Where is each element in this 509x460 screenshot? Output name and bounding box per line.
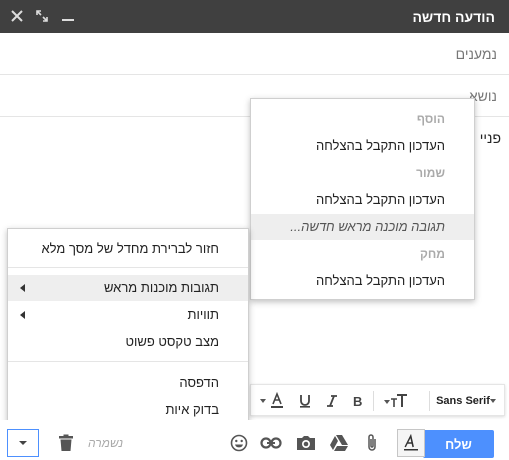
recipients-input[interactable] xyxy=(10,43,497,65)
drive-icon xyxy=(330,435,348,451)
save-template-item[interactable]: העדכון התקבל בהצלחה xyxy=(251,187,474,213)
compose-title: הודעה חדשה xyxy=(412,9,495,25)
text-size-icon xyxy=(384,394,407,407)
insert-photo-button[interactable] xyxy=(292,429,320,457)
plain-text-mode-item[interactable]: מצב טקסט פשוט xyxy=(8,329,248,355)
bold-button[interactable]: B xyxy=(347,389,369,413)
italic-icon xyxy=(327,395,337,407)
compose-bottom-bar: שלח נשמרה xyxy=(0,420,509,460)
canned-responses-label: תגובות מוכנות מראש xyxy=(103,280,219,295)
send-button[interactable]: שלח xyxy=(423,430,494,458)
print-item[interactable]: הדפסה xyxy=(8,370,248,396)
text-format-icon xyxy=(404,434,418,451)
fullscreen-default-item[interactable]: חזור לברירת מחדל של מסך מלא xyxy=(8,236,248,262)
save-section-header: שמור xyxy=(416,166,445,180)
link-icon xyxy=(260,437,282,449)
toolbar-divider xyxy=(373,391,374,411)
svg-text:B: B xyxy=(353,394,362,409)
insert-link-button[interactable] xyxy=(258,429,284,457)
minimize-icon[interactable] xyxy=(58,6,78,26)
emoji-icon xyxy=(230,434,248,452)
attach-file-button[interactable] xyxy=(360,429,384,457)
compose-title-bar: הודעה חדשה xyxy=(0,0,509,33)
more-options-button[interactable] xyxy=(7,429,39,457)
canned-responses-submenu: הוסף העדכון התקבל בהצלחה שמור העדכון התק… xyxy=(250,98,475,300)
delete-template-item[interactable]: העדכון התקבל בהצלחה xyxy=(251,268,474,294)
font-size-button[interactable] xyxy=(379,389,421,413)
paperclip-icon xyxy=(368,434,376,451)
submenu-arrow-icon xyxy=(20,284,25,292)
camera-icon xyxy=(297,436,315,450)
delete-section-header: מחק xyxy=(420,247,445,261)
more-options-menu: חזור לברירת מחדל של מסך מלא תגובות מוכנו… xyxy=(7,228,249,428)
underline-button[interactable] xyxy=(294,389,316,413)
formatting-options-button[interactable] xyxy=(397,429,425,457)
menu-divider xyxy=(8,361,248,362)
labels-label: תוויות xyxy=(187,307,219,322)
chevron-down-icon xyxy=(489,399,496,403)
italic-button[interactable] xyxy=(321,389,343,413)
bold-icon: B xyxy=(353,394,362,409)
font-family-select[interactable]: Sans Serif xyxy=(436,389,502,413)
insert-from-drive-button[interactable] xyxy=(326,429,352,457)
recipients-row xyxy=(0,33,509,75)
font-family-label: Sans Serif xyxy=(436,395,490,407)
insert-section-header: הוסף xyxy=(416,112,445,126)
canned-responses-item[interactable]: תגובות מוכנות מראש xyxy=(8,275,248,301)
saved-status: נשמרה xyxy=(88,436,124,450)
text-color-icon xyxy=(260,392,283,408)
discard-draft-button[interactable] xyxy=(54,429,78,457)
close-icon[interactable] xyxy=(7,6,27,26)
labels-item[interactable]: תוויות xyxy=(8,302,248,328)
submenu-arrow-icon xyxy=(20,311,25,319)
expand-icon[interactable] xyxy=(32,6,52,26)
toolbar-divider xyxy=(429,391,430,411)
formatting-toolbar: Sans Serif B xyxy=(250,384,505,416)
trash-icon xyxy=(59,434,73,451)
new-canned-response-item[interactable]: תגובה מוכנה מראש חדשה... xyxy=(251,214,474,240)
insert-template-item[interactable]: העדכון התקבל בהצלחה xyxy=(251,133,474,159)
menu-divider xyxy=(8,267,248,268)
chevron-down-icon xyxy=(19,441,27,445)
text-color-button[interactable] xyxy=(257,389,291,413)
insert-emoji-button[interactable] xyxy=(226,429,252,457)
body-text: פניי xyxy=(479,130,501,146)
underline-icon xyxy=(300,395,310,408)
